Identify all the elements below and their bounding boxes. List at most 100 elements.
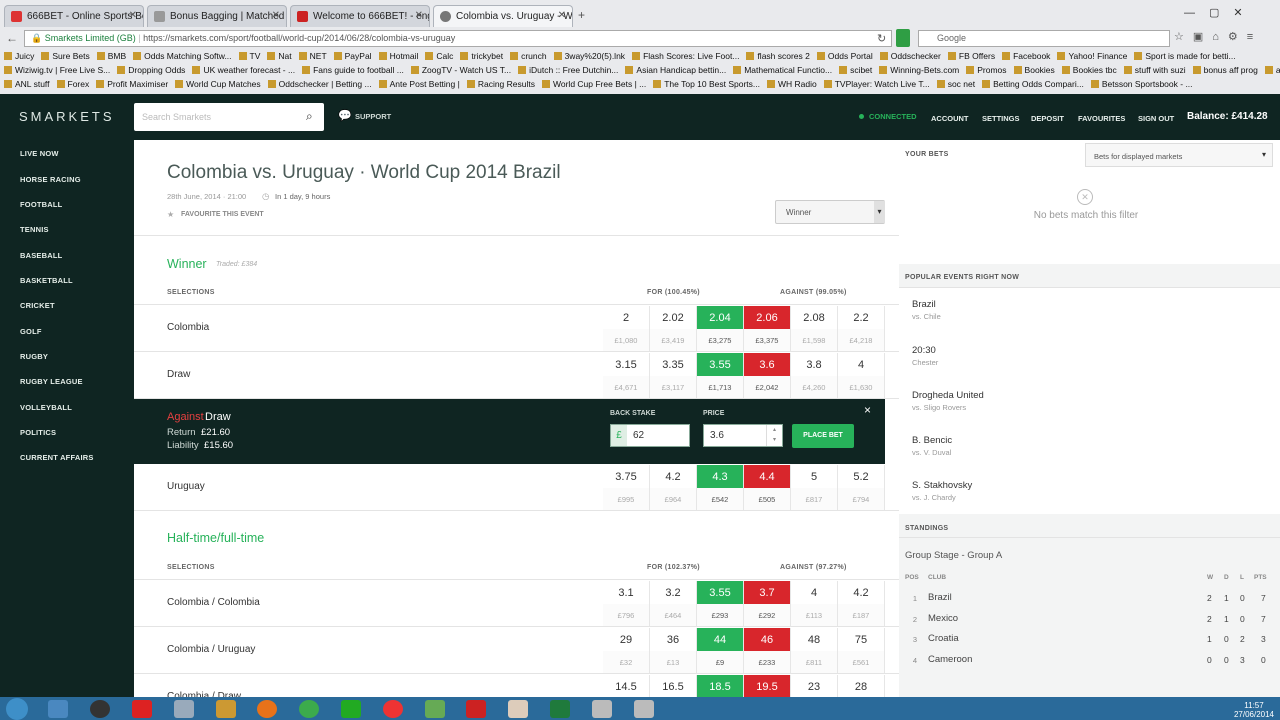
bookmark-item[interactable]: soc net xyxy=(937,79,975,89)
popular-event[interactable]: Brazil vs. Chile xyxy=(912,299,941,321)
lay-price-button[interactable]: 3.7 xyxy=(744,581,791,604)
taskbar-app-icon[interactable] xyxy=(466,700,486,718)
back-price-button[interactable]: 14.5 xyxy=(603,675,650,697)
start-button[interactable] xyxy=(6,698,28,720)
place-bet-button[interactable]: PLACE BET xyxy=(792,424,854,448)
back-price-button[interactable]: 3.75 xyxy=(603,465,650,488)
popular-event[interactable]: S. Stakhovsky vs. J. Chardy xyxy=(912,480,972,502)
bookmark-item[interactable]: Dropping Odds xyxy=(117,65,185,75)
price-stepper[interactable]: ▴ ▾ xyxy=(766,425,782,446)
browser-tab[interactable]: Welcome to 666BET! - engl...✕ xyxy=(290,5,430,27)
sidebar-item-basketball[interactable]: BASKETBALL xyxy=(20,276,73,285)
lay-price-button[interactable]: 46 xyxy=(744,628,791,651)
lay-price-button[interactable]: 23 xyxy=(791,675,838,697)
browser-tab[interactable]: Bonus Bagging | Matched ... ✕ xyxy=(147,5,287,27)
back-price-button[interactable]: 3.2 xyxy=(650,581,697,604)
firefox-icon[interactable] xyxy=(257,700,277,718)
lay-price-button[interactable]: 4.4 xyxy=(744,465,791,488)
sidebar-item-live-now[interactable]: LIVE NOW xyxy=(20,149,59,158)
sidebar-item-golf[interactable]: GOLF xyxy=(20,327,42,336)
popular-event[interactable]: B. Bencic vs. V. Duval xyxy=(912,435,952,457)
bookmark-item[interactable]: WH Radio xyxy=(767,79,817,89)
back-price-button[interactable]: 2.04 xyxy=(697,306,744,329)
bookmark-item[interactable]: Flash Scores: Live Foot... xyxy=(632,51,739,61)
browser-tab-active[interactable]: Colombia vs. Uruguay - W... ✕ xyxy=(433,5,573,27)
sidebar-item-current-affairs[interactable]: CURRENT AFFAIRS xyxy=(20,453,94,462)
bookmark-item[interactable]: Hotmail xyxy=(379,51,419,61)
taskbar-app-icon[interactable] xyxy=(383,700,403,718)
bookmark-item[interactable]: Mathematical Functio... xyxy=(733,65,832,75)
taskbar-app-icon[interactable] xyxy=(508,700,528,718)
browser-tab[interactable]: 666BET - Online Sports Bet...✕ xyxy=(4,5,144,27)
price-input[interactable]: 3.6 ▴ ▾ xyxy=(703,424,783,447)
bookmark-item[interactable]: 3way%20(5).lnk xyxy=(554,51,625,61)
close-icon[interactable]: × xyxy=(864,403,871,417)
sidebar-item-horse-racing[interactable]: HORSE RACING xyxy=(20,175,81,184)
bookmark-item[interactable]: Racing Results xyxy=(467,79,535,89)
back-price-button[interactable]: 4.2 xyxy=(650,465,697,488)
excel-icon[interactable] xyxy=(550,700,570,718)
support-link[interactable]: SUPPORT xyxy=(355,112,391,121)
bookmark-item[interactable]: BMB xyxy=(97,51,126,61)
standings-row[interactable]: 1 Brazil 2 1 0 7 xyxy=(899,589,1280,609)
address-bar[interactable]: 🔒 Smarkets Limited (GB) | https://smarke… xyxy=(24,30,892,47)
bookmark-item[interactable]: bonus aff prog xyxy=(1193,65,1258,75)
back-price-button[interactable]: 2.02 xyxy=(650,306,697,329)
lay-price-button[interactable]: 4 xyxy=(838,353,885,376)
bookmark-item[interactable]: Betting Odds Compari... xyxy=(982,79,1084,89)
lay-price-button[interactable]: 28 xyxy=(838,675,885,697)
bookmark-item[interactable]: Asian Handicap bettin... xyxy=(625,65,726,75)
sidebar-item-volleyball[interactable]: VOLLEYBALL xyxy=(20,403,72,412)
standings-row[interactable]: 3 Croatia 1 0 2 3 xyxy=(899,630,1280,650)
bookmark-item[interactable]: trickybet xyxy=(460,51,503,61)
standings-row[interactable]: 2 Mexico 2 1 0 7 xyxy=(899,610,1280,630)
nav-settings[interactable]: SETTINGS xyxy=(982,114,1020,123)
bookmark-item[interactable]: Bookies tbc xyxy=(1062,65,1117,75)
taskbar-app-icon[interactable] xyxy=(341,700,361,718)
search-icon[interactable]: ⌕ xyxy=(306,109,313,124)
taskbar-app-icon[interactable] xyxy=(592,700,612,718)
bookmark-item[interactable]: Oddschecker | Betting ... xyxy=(268,79,372,89)
back-price-button[interactable]: 18.5 xyxy=(697,675,744,697)
popular-event[interactable]: 20:30 Chester xyxy=(912,345,938,367)
bookmark-item[interactable]: Ante Post Betting | xyxy=(379,79,460,89)
stake-input[interactable]: £ 62 xyxy=(610,424,690,447)
favourite-event-link[interactable]: FAVOURITE THIS EVENT xyxy=(181,211,264,218)
taskbar-app-icon[interactable] xyxy=(425,700,445,718)
bookmark-item[interactable]: Nat xyxy=(267,51,291,61)
new-tab-button[interactable]: + xyxy=(578,8,592,22)
bookmark-item[interactable]: Facebook xyxy=(1002,51,1050,61)
close-tab-icon[interactable]: ✕ xyxy=(415,10,423,21)
bookmark-item[interactable]: flash scores 2 xyxy=(746,51,809,61)
reload-icon[interactable]: ↻ xyxy=(877,32,886,45)
bookmark-item[interactable]: Wiziwig.tv | Free Live S... xyxy=(4,65,110,75)
close-tab-icon[interactable]: ✕ xyxy=(272,10,280,21)
nav-favourites[interactable]: FAVOURITES xyxy=(1078,114,1125,123)
bookmark-item[interactable]: TVPlayer: Watch Live T... xyxy=(824,79,930,89)
back-price-button[interactable]: 3.1 xyxy=(603,581,650,604)
lay-price-button[interactable]: 4.2 xyxy=(838,581,885,604)
bookmark-item[interactable]: NET xyxy=(299,51,327,61)
sidebar-item-cricket[interactable]: CRICKET xyxy=(20,301,55,310)
bookmark-item[interactable]: crunch xyxy=(510,51,547,61)
lay-price-button[interactable]: 48 xyxy=(791,628,838,651)
bookmark-item[interactable]: Yahoo! Finance xyxy=(1057,51,1127,61)
lay-price-button[interactable]: 75 xyxy=(838,628,885,651)
lay-price-button[interactable]: 2.06 xyxy=(744,306,791,329)
close-tab-icon[interactable]: ✕ xyxy=(558,10,566,21)
bookmark-item[interactable]: Winning-Bets.com xyxy=(879,65,959,75)
bookmark-item[interactable]: PayPal xyxy=(334,51,372,61)
nav-account[interactable]: ACCOUNT xyxy=(931,114,969,123)
taskbar-app-icon[interactable] xyxy=(132,700,152,718)
bookmark-item[interactable]: Calc xyxy=(425,51,453,61)
bookmark-item[interactable]: Promos xyxy=(966,65,1006,75)
back-price-button[interactable]: 3.55 xyxy=(697,581,744,604)
bookmark-item[interactable]: Fans guide to football ... xyxy=(302,65,404,75)
star-icon[interactable]: ★ xyxy=(167,210,174,219)
bookmark-item[interactable]: Forex xyxy=(57,79,90,89)
back-price-button[interactable]: 36 xyxy=(650,628,697,651)
bookmark-item[interactable]: Sure Bets xyxy=(41,51,89,61)
back-price-button[interactable]: 4.3 xyxy=(697,465,744,488)
site-search-input[interactable]: Search Smarkets ⌕ xyxy=(134,103,324,131)
back-price-button[interactable]: 29 xyxy=(603,628,650,651)
